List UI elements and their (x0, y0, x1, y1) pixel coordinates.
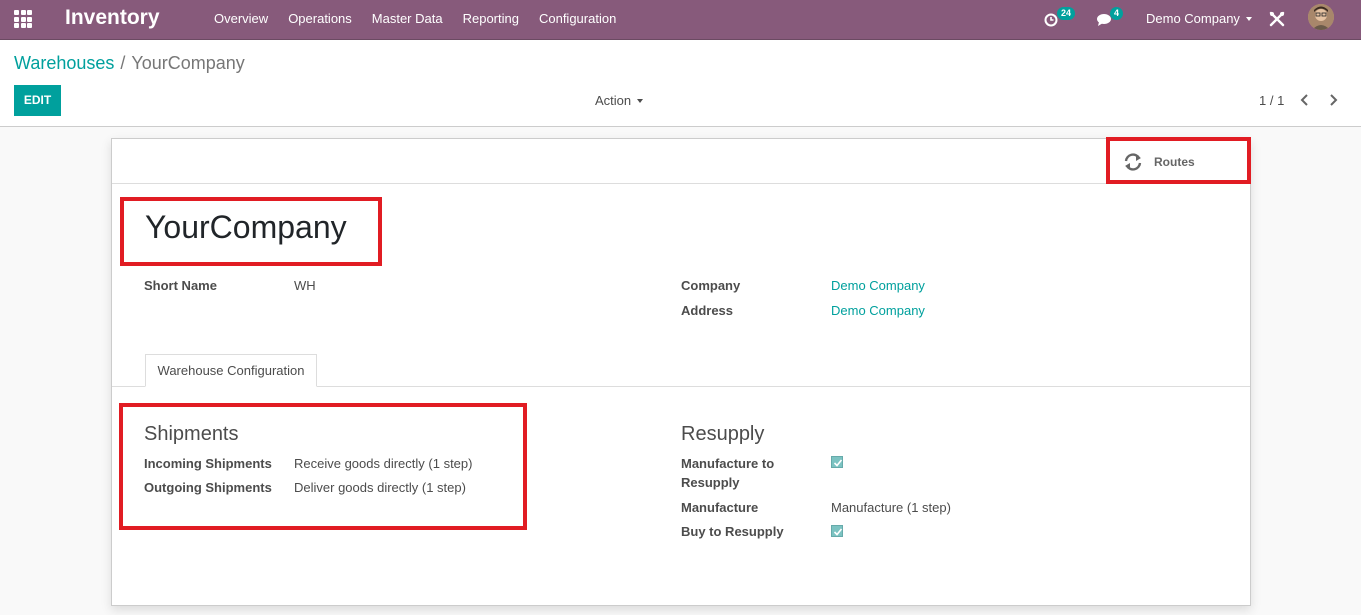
buy-to-resupply-checkbox[interactable] (831, 525, 843, 537)
manufacture-label: Manufacture (681, 500, 759, 515)
routes-highlight-box (1106, 137, 1251, 184)
short-name-value: WH (294, 278, 316, 293)
chevron-down-icon (637, 98, 644, 103)
breadcrumb-separator: / (120, 53, 126, 73)
breadcrumb-current: YourCompany (131, 53, 245, 73)
menu-item-configuration[interactable]: Configuration (539, 11, 616, 26)
activity-button[interactable]: 24 (1043, 7, 1079, 31)
title-highlight-box (120, 197, 382, 266)
edit-button[interactable]: EDIT (14, 85, 61, 116)
address-label: Address (681, 303, 734, 318)
menu-item-overview[interactable]: Overview (214, 11, 268, 26)
activity-count-badge: 24 (1057, 7, 1076, 20)
address-value-link[interactable]: Demo Company (831, 303, 925, 318)
short-name-label: Short Name (144, 278, 217, 293)
control-panel: Warehouses / YourCompany EDIT Action 1 / 1 (0, 40, 1361, 127)
company-switcher[interactable]: Demo Company (1146, 11, 1252, 26)
apps-menu-icon[interactable] (14, 10, 32, 28)
chevron-down-icon (1245, 16, 1252, 21)
checkmark-icon (833, 459, 843, 467)
company-name: Demo Company (1146, 11, 1240, 26)
pager-value[interactable]: 1 / 1 (1259, 93, 1284, 108)
manufacture-to-resupply-label: Manufacture to (681, 456, 775, 471)
menu-item-master-data[interactable]: Master Data (372, 11, 443, 26)
avatar-image-icon (1308, 4, 1334, 30)
manufacture-value: Manufacture (1 step) (831, 500, 951, 515)
button-box: Routes (112, 139, 1250, 184)
menu-item-operations[interactable]: Operations (288, 11, 352, 26)
breadcrumb-warehouses-link[interactable]: Warehouses (14, 53, 114, 73)
manufacture-to-resupply-label-line2: Resupply (681, 475, 740, 490)
debug-tools-icon[interactable] (1268, 10, 1286, 28)
buy-to-resupply-label: Buy to Resupply (681, 524, 784, 539)
messages-count-badge: 4 (1110, 7, 1124, 20)
form-sheet: Routes YourCompany Short Name WH Company… (111, 137, 1251, 606)
company-value-link[interactable]: Demo Company (831, 278, 925, 293)
action-dropdown[interactable]: Action (595, 93, 644, 108)
tab-warehouse-configuration[interactable]: Warehouse Configuration (145, 354, 317, 387)
pager-previous-icon[interactable] (1298, 92, 1312, 108)
company-label: Company (681, 278, 741, 293)
top-navbar: Inventory Overview Operations Master Dat… (0, 0, 1361, 40)
breadcrumb: Warehouses / YourCompany (14, 53, 245, 74)
menu-item-reporting[interactable]: Reporting (463, 11, 519, 26)
user-avatar[interactable] (1308, 4, 1334, 30)
resupply-section-title: Resupply (681, 423, 765, 445)
main-menu: Overview Operations Master Data Reportin… (214, 11, 636, 26)
action-label: Action (595, 93, 632, 108)
manufacture-to-resupply-checkbox[interactable] (831, 456, 843, 468)
app-name: Inventory (65, 6, 160, 29)
clock-icon (1044, 13, 1058, 27)
pager-next-icon[interactable] (1326, 92, 1340, 108)
messages-button[interactable]: 4 (1096, 7, 1130, 31)
shipments-highlight-box (119, 403, 527, 530)
checkmark-icon (833, 528, 843, 536)
